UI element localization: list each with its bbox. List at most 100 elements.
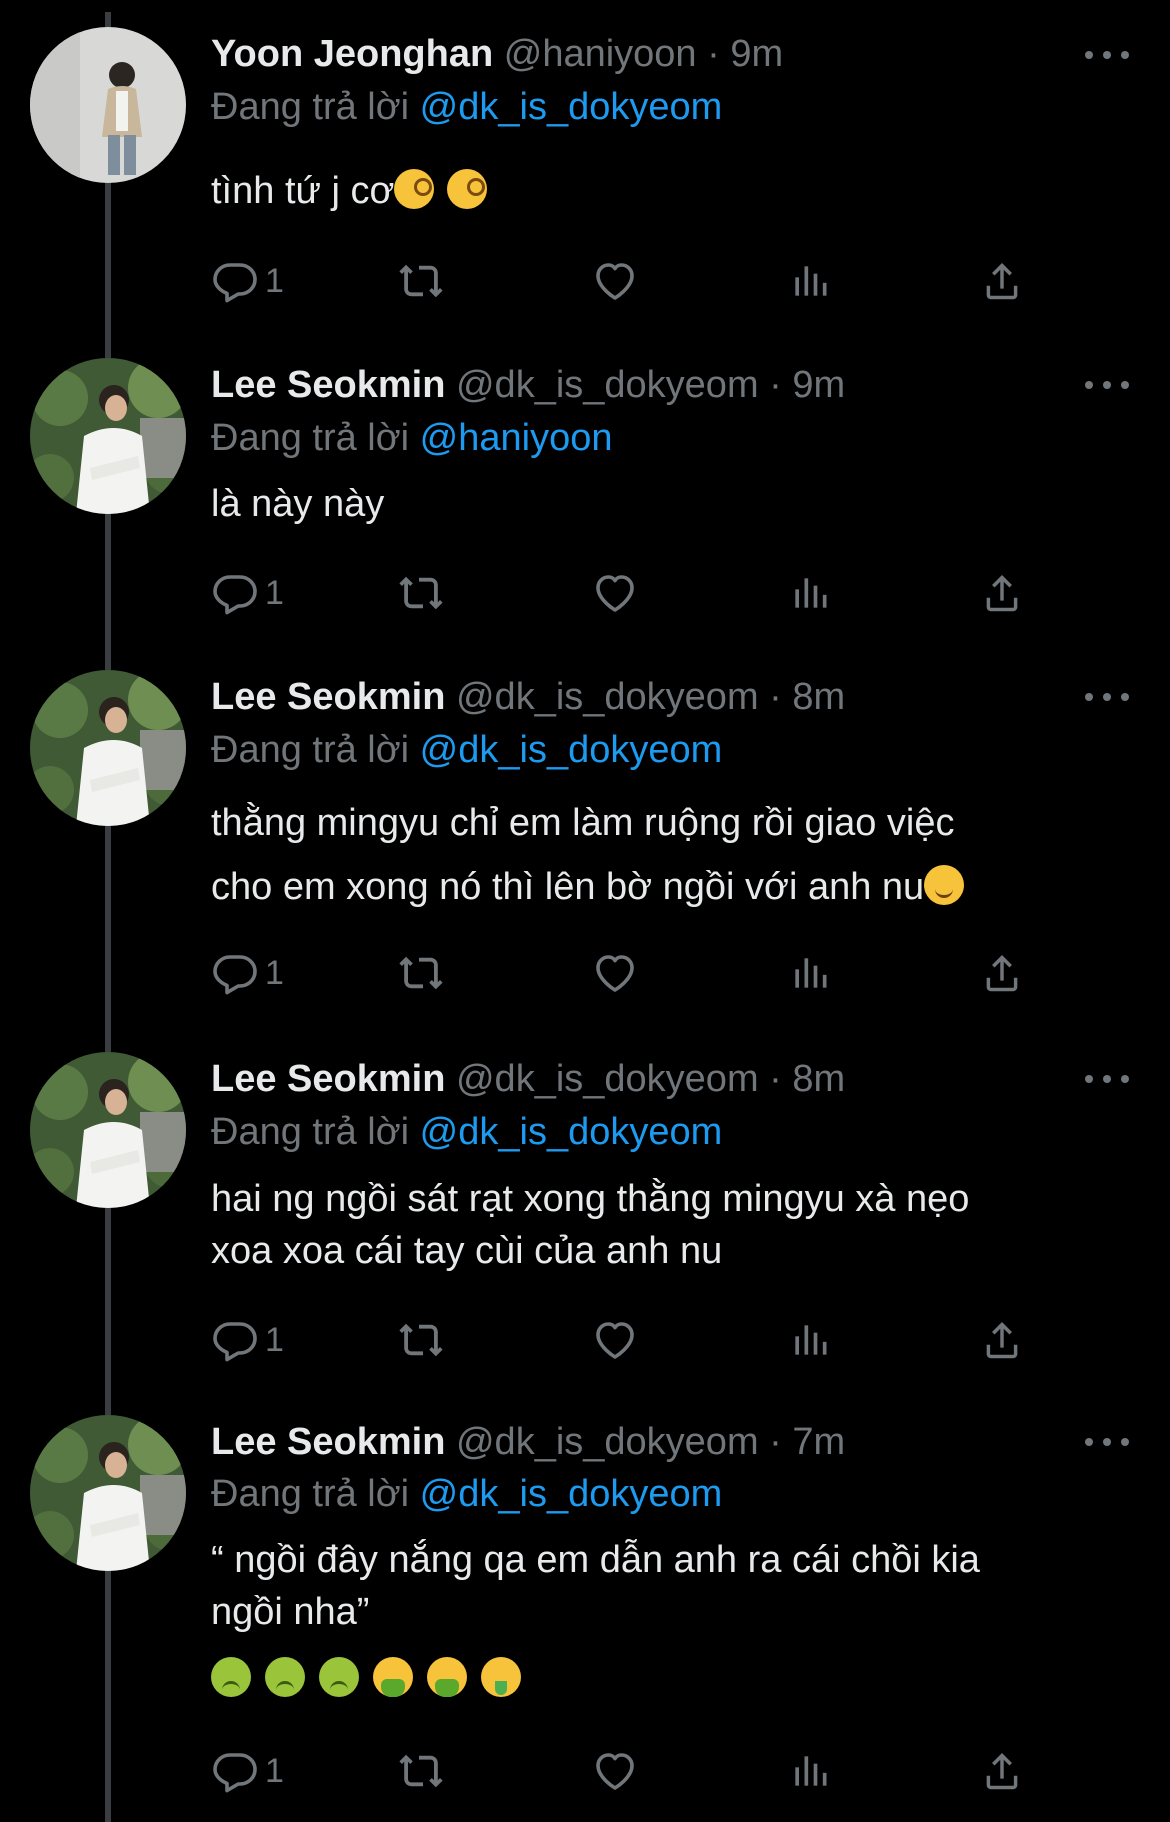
retweet-button[interactable] <box>397 1747 445 1795</box>
like-button[interactable] <box>591 949 639 997</box>
like-button[interactable] <box>591 1747 639 1795</box>
share-button[interactable] <box>979 949 1025 997</box>
more-dots-icon[interactable] <box>1085 1069 1129 1089</box>
display-name[interactable]: Lee Seokmin <box>211 1421 445 1463</box>
share-button[interactable] <box>979 1316 1025 1364</box>
views-bar-chart-icon <box>788 571 832 615</box>
heart-icon <box>591 949 639 997</box>
views-button[interactable] <box>788 1747 832 1795</box>
timestamp[interactable]: 8m <box>792 1058 845 1100</box>
reply-count: 1 <box>265 953 284 992</box>
retweet-icon <box>397 1747 445 1795</box>
face-vomiting-emoji <box>373 1657 413 1697</box>
views-button[interactable] <box>788 949 832 997</box>
user-handle[interactable]: @dk_is_dokyeom <box>456 364 759 406</box>
reply-bubble-icon <box>211 1316 259 1364</box>
retweet-button[interactable] <box>397 569 445 617</box>
like-button[interactable] <box>591 1316 639 1364</box>
reply-count: 1 <box>265 573 284 612</box>
reply-count: 1 <box>265 1320 284 1359</box>
retweet-button[interactable] <box>397 949 445 997</box>
avatar[interactable] <box>30 1052 186 1208</box>
like-button[interactable] <box>591 257 639 305</box>
timestamp[interactable]: 8m <box>792 676 845 718</box>
reply-count: 1 <box>265 261 284 300</box>
timestamp[interactable]: 7m <box>792 1421 845 1463</box>
views-bar-chart-icon <box>788 259 832 303</box>
share-button[interactable] <box>979 569 1025 617</box>
retweet-icon <box>397 1316 445 1364</box>
mention-link[interactable]: @haniyoon <box>420 417 613 459</box>
user-handle[interactable]: @haniyoon <box>504 33 697 75</box>
timestamp[interactable]: 9m <box>730 33 783 75</box>
share-upload-icon <box>979 950 1025 996</box>
person-white-shirt-avatar-icon <box>30 358 186 514</box>
reply-button[interactable]: 1 <box>211 569 284 617</box>
emoji-row <box>211 1657 521 1705</box>
tweet-text-line: hai ng ngồi sát rạt xong thằng mingyu xà… <box>211 1178 970 1220</box>
share-upload-icon <box>979 570 1025 616</box>
more-dots-icon[interactable] <box>1085 687 1129 707</box>
reply-bubble-icon <box>211 257 259 305</box>
views-bar-chart-icon <box>788 951 832 995</box>
views-button[interactable] <box>788 257 832 305</box>
tweet[interactable]: Lee Seokmin @dk_is_dokyeom · 7m Đang trả… <box>0 1395 1170 1822</box>
tweet[interactable]: Lee Seokmin @dk_is_dokyeom · 9m Đang trả… <box>0 340 1170 650</box>
tweet-header: Yoon Jeonghan @haniyoon · 9m <box>211 28 783 80</box>
mention-link[interactable]: @dk_is_dokyeom <box>420 1111 723 1153</box>
retweet-button[interactable] <box>397 1316 445 1364</box>
avatar[interactable] <box>30 27 186 183</box>
tweet-text: hai ng ngồi sát rạt xong thằng mingyu xà… <box>211 1173 1111 1277</box>
separator: · <box>696 33 731 75</box>
tweet-header: Lee Seokmin @dk_is_dokyeom · 7m <box>211 1416 845 1468</box>
avatar[interactable] <box>30 358 186 514</box>
mention-link[interactable]: @dk_is_dokyeom <box>420 1473 723 1515</box>
display-name[interactable]: Lee Seokmin <box>211 676 445 718</box>
separator: · <box>758 364 793 406</box>
share-button[interactable] <box>979 1747 1025 1795</box>
reply-button[interactable]: 1 <box>211 257 284 305</box>
views-button[interactable] <box>788 1316 832 1364</box>
views-button[interactable] <box>788 569 832 617</box>
avatar[interactable] <box>30 670 186 826</box>
more-dots-icon[interactable] <box>1085 375 1129 395</box>
retweet-icon <box>397 257 445 305</box>
retweet-icon <box>397 949 445 997</box>
replying-to-label: Đang trả lời <box>211 86 420 128</box>
replying-to: Đang trả lời @dk_is_dokyeom <box>211 1468 722 1520</box>
display-name[interactable]: Lee Seokmin <box>211 1058 445 1100</box>
tweet-actions: 1 <box>211 1747 1051 1795</box>
reply-button[interactable]: 1 <box>211 1316 284 1364</box>
tweet-actions: 1 <box>211 949 1051 997</box>
more-dots-icon[interactable] <box>1085 1432 1129 1452</box>
display-name[interactable]: Lee Seokmin <box>211 364 445 406</box>
reply-button[interactable]: 1 <box>211 1747 284 1795</box>
nauseated-face-emoji <box>211 1657 251 1697</box>
mention-link[interactable]: @dk_is_dokyeom <box>420 86 723 128</box>
like-button[interactable] <box>591 569 639 617</box>
tweet-text: “ ngồi đây nắng qa em dẫn anh ra cái chồ… <box>211 1534 1111 1638</box>
retweet-button[interactable] <box>397 257 445 305</box>
tweet[interactable]: Lee Seokmin @dk_is_dokyeom · 8m Đang trả… <box>0 1030 1170 1395</box>
more-dots-icon[interactable] <box>1085 45 1129 65</box>
timestamp[interactable]: 9m <box>792 364 845 406</box>
share-button[interactable] <box>979 257 1025 305</box>
mention-link[interactable]: @dk_is_dokyeom <box>420 729 723 771</box>
tweet-text-line: là này này <box>211 483 385 525</box>
user-handle[interactable]: @dk_is_dokyeom <box>456 676 759 718</box>
tweet[interactable]: Lee Seokmin @dk_is_dokyeom · 8m Đang trả… <box>0 650 1170 1030</box>
tweet-header: Lee Seokmin @dk_is_dokyeom · 9m <box>211 359 845 411</box>
face-vomiting-emoji <box>427 1657 467 1697</box>
user-handle[interactable]: @dk_is_dokyeom <box>456 1421 759 1463</box>
replying-to-label: Đang trả lời <box>211 729 420 771</box>
heart-icon <box>591 257 639 305</box>
reply-bubble-icon <box>211 949 259 997</box>
display-name[interactable]: Yoon Jeonghan <box>211 33 493 75</box>
reply-button[interactable]: 1 <box>211 949 284 997</box>
tweet[interactable]: Yoon Jeonghan @haniyoon · 9m Đang trả lờ… <box>0 0 1170 340</box>
tweet-text-line: tình tứ j cơ <box>211 170 395 212</box>
avatar[interactable] <box>30 1415 186 1571</box>
user-handle[interactable]: @dk_is_dokyeom <box>456 1058 759 1100</box>
replying-to-label: Đang trả lời <box>211 417 420 459</box>
person-standing-avatar-icon <box>30 27 186 183</box>
